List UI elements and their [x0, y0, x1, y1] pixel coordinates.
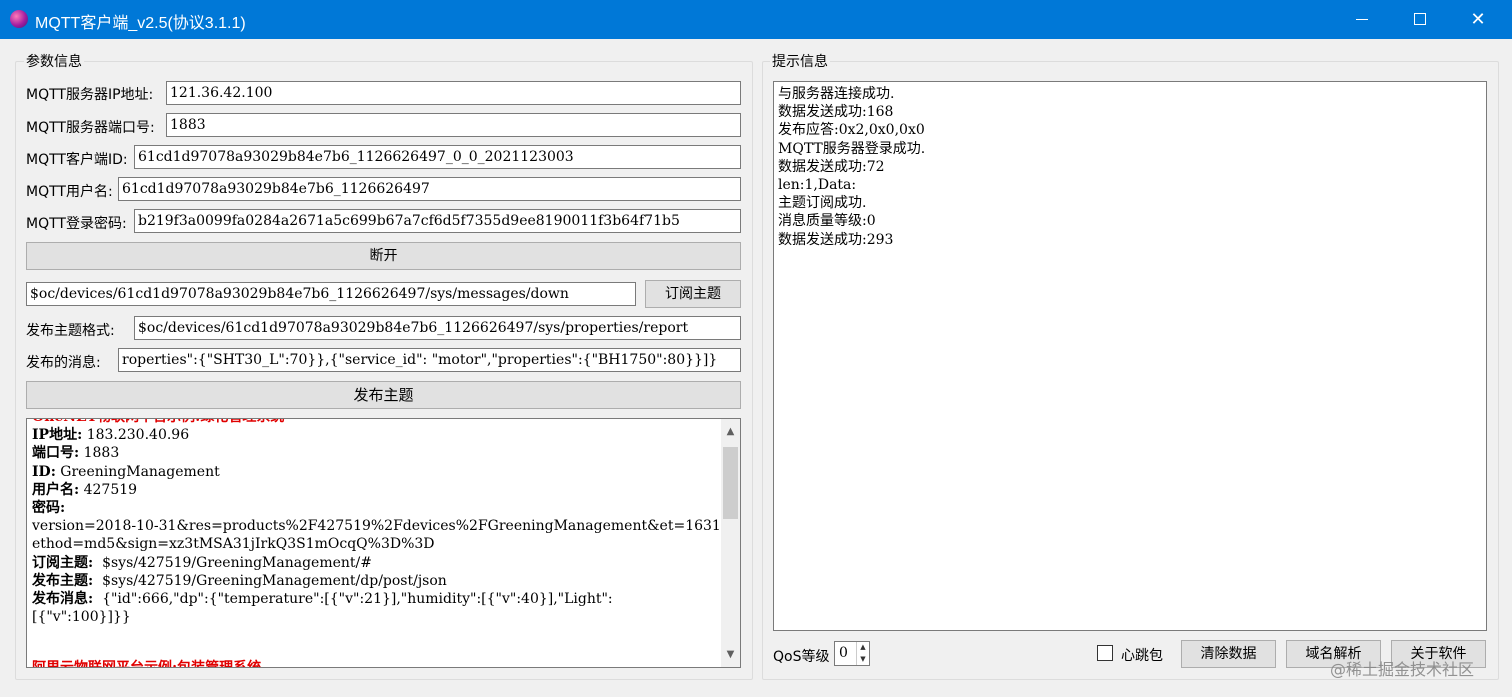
log-line-value: 427519: [79, 481, 138, 498]
info-group-title: 提示信息: [770, 51, 830, 71]
publish-msg-label: 发布的消息:: [26, 355, 101, 371]
client-id-input[interactable]: 61cd1d97078a93029b84e7b6_1126626497_0_0_…: [134, 145, 741, 169]
password-input[interactable]: b219f3a0099fa0284a2671a5c699b67a7cf6d5f7…: [134, 209, 741, 233]
spinner-up-icon[interactable]: ▲: [857, 642, 869, 654]
subscribe-button[interactable]: 订阅主题: [645, 280, 741, 308]
log-line-label: 端口号:: [32, 445, 80, 462]
log-line: 发布消息: {"id":666,"dp":{"temperature":[{"v…: [32, 590, 717, 608]
log-scrollbar[interactable]: ▲ ▼: [721, 419, 740, 667]
info-line: 数据发送成功:168: [778, 104, 894, 121]
username-input[interactable]: 61cd1d97078a93029b84e7b6_1126626497: [118, 177, 741, 201]
spinner-buttons: ▲ ▼: [856, 642, 869, 665]
scroll-up-icon[interactable]: ▲: [721, 422, 740, 441]
info-line: 消息质量等级:0: [778, 213, 876, 230]
server-ip-label: MQTT服务器IP地址:: [26, 87, 154, 103]
log-line-label: IP地址:: [32, 427, 83, 444]
log-line: 用户名: 427519: [32, 481, 717, 499]
log-line-label: 用户名:: [32, 481, 80, 498]
log-line-label: 订阅主题:: [32, 554, 94, 571]
window-title: MQTT客户端_v2.5(协议3.1.1): [35, 15, 246, 32]
info-line: MQTT服务器登录成功.: [778, 140, 926, 157]
qos-value: 0: [839, 645, 848, 661]
publish-button[interactable]: 发布主题: [26, 381, 741, 409]
log-line: 订阅主题: $sys/427519/GreeningManagement/#: [32, 554, 717, 572]
log-line: [{"v":100}]}}: [32, 608, 717, 626]
qos-label: QoS等级: [773, 649, 830, 665]
qos-spinner[interactable]: 0 ▲ ▼: [834, 641, 870, 666]
clear-data-button[interactable]: 清除数据: [1181, 640, 1276, 668]
log-line-value: [{"v":100}]}}: [32, 609, 131, 626]
title-bar: MQTT客户端_v2.5(协议3.1.1) ✕: [0, 0, 1512, 39]
password-label: MQTT登录密码:: [26, 216, 127, 232]
maximize-button[interactable]: [1391, 0, 1449, 39]
server-port-input[interactable]: 1883: [166, 113, 741, 137]
log-line: IP地址: 183.230.40.96: [32, 426, 717, 444]
info-textarea[interactable]: 与服务器连接成功. 数据发送成功:168 发布应答:0x2,0x0,0x0 MQTT服…: [773, 81, 1487, 631]
log-line-label: 密码:: [32, 500, 66, 517]
log-line-label: ID:: [32, 463, 56, 480]
log-line-value: version=2018-10-31&res=products%2F427519…: [32, 518, 741, 535]
log-line-label: 发布主题:: [32, 572, 94, 589]
heartbeat-label: 心跳包: [1121, 648, 1163, 664]
scroll-down-icon[interactable]: ▼: [721, 645, 740, 664]
info-line: len:1,Data:: [778, 177, 857, 194]
close-button[interactable]: ✕: [1449, 0, 1507, 39]
log-line-value: GreeningManagement: [55, 463, 220, 480]
watermark: @稀土掘金技术社区: [1330, 660, 1475, 679]
info-line: 主题订阅成功.: [778, 195, 867, 212]
heartbeat-checkbox[interactable]: [1097, 645, 1113, 661]
username-label: MQTT用户名:: [26, 184, 113, 200]
disconnect-button[interactable]: 断开: [26, 242, 741, 270]
log-line-value: {"id":666,"dp":{"temperature":[{"v":21}]…: [93, 591, 613, 608]
close-icon: ✕: [1470, 9, 1486, 30]
publish-msg-input[interactable]: roperties":{"SHT30_L":70}},{"service_id"…: [118, 348, 741, 372]
server-port-label: MQTT服务器端口号:: [26, 120, 155, 136]
log-line: ethod=md5&sign=xz3tMSA31jIrkQ3S1mOcqQ%3D…: [32, 535, 717, 553]
subscribe-topic-input[interactable]: $oc/devices/61cd1d97078a93029b84e7b6_112…: [26, 282, 636, 306]
log-line-label: 发布消息:: [32, 591, 94, 608]
server-ip-input[interactable]: 121.36.42.100: [166, 81, 741, 105]
maximize-icon: [1414, 13, 1426, 25]
publish-topic-label: 发布主题格式:: [26, 323, 115, 339]
params-group-title: 参数信息: [24, 51, 84, 71]
publish-topic-input[interactable]: $oc/devices/61cd1d97078a93029b84e7b6_112…: [134, 316, 741, 340]
log-line: 发布主题: $sys/427519/GreeningManagement/dp/…: [32, 572, 717, 590]
log-line-value: 183.230.40.96: [82, 427, 190, 444]
info-line: 与服务器连接成功.: [778, 86, 895, 102]
log-line: 密码:: [32, 499, 717, 517]
log-line: 端口号: 1883: [32, 444, 717, 462]
info-line: 发布应答:0x2,0x0,0x0: [778, 122, 925, 139]
spinner-down-icon[interactable]: ▼: [857, 654, 869, 666]
log-line: ID: GreeningManagement: [32, 463, 717, 481]
scroll-thumb[interactable]: [723, 447, 738, 519]
minimize-button[interactable]: [1333, 0, 1391, 39]
info-line: 数据发送成功:72: [778, 158, 885, 175]
minimize-icon: [1356, 19, 1368, 20]
log-textarea[interactable]: OneNET物联网平台示例:绿化管理系统 IP地址: 183.230.40.96…: [26, 418, 741, 668]
log-top-partial: OneNET物联网平台示例:绿化管理系统: [32, 419, 717, 426]
log-bottom-partial: 阿里云物联网平台示例:包装管理系统: [32, 660, 262, 668]
log-line-value: ethod=md5&sign=xz3tMSA31jIrkQ3S1mOcqQ%3D…: [32, 536, 435, 553]
log-line-value: $sys/427519/GreeningManagement/dp/post/j…: [93, 572, 447, 589]
info-line: 数据发送成功:293: [778, 231, 894, 248]
client-id-label: MQTT客户端ID:: [26, 152, 128, 168]
log-line: version=2018-10-31&res=products%2F427519…: [32, 517, 740, 535]
app-icon: [10, 10, 28, 28]
info-lines: 与服务器连接成功. 数据发送成功:168 发布应答:0x2,0x0,0x0 MQTT服…: [778, 85, 925, 249]
log-line-value: $sys/427519/GreeningManagement/#: [93, 554, 372, 571]
log-line-value: 1883: [79, 445, 120, 462]
log-lines: IP地址: 183.230.40.96 端口号: 1883 ID: Greening…: [32, 426, 740, 626]
